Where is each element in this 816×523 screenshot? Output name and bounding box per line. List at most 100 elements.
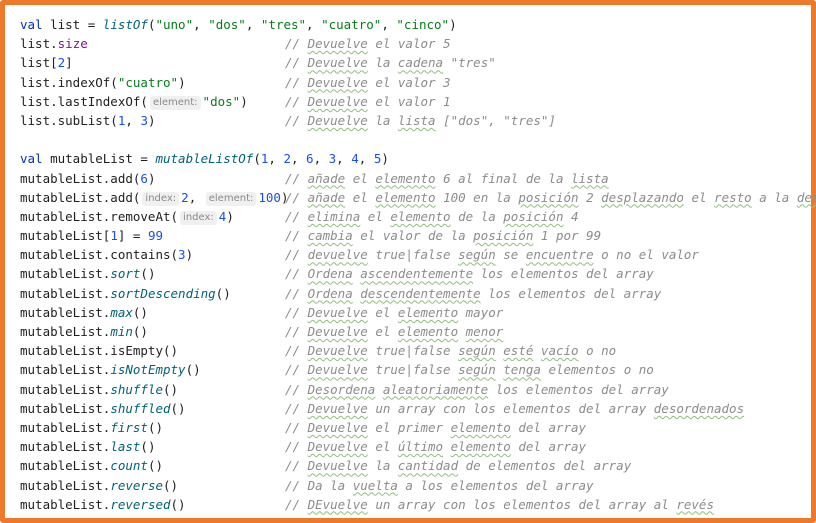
comment-token: 4 xyxy=(563,208,579,224)
spellcheck-word: Desordena xyxy=(307,381,376,397)
comment-token: // xyxy=(285,74,308,90)
code-token: () xyxy=(163,477,179,493)
code-line: mutableList.shuffle() // Desordena aleato… xyxy=(20,380,810,399)
code-line: list[2] // Devuelve la cadena "tres" xyxy=(20,53,810,72)
comment-token xyxy=(458,324,466,339)
code-token: , xyxy=(193,17,209,32)
code-text: mutableList.add(6) xyxy=(20,169,155,188)
code-text: mutableList[1] = 99 xyxy=(20,226,163,245)
comment-token: del array xyxy=(510,439,587,455)
code-text: mutableList.contains(3) xyxy=(20,245,193,264)
comment-token: el xyxy=(345,189,376,205)
code-line: list.subList(1, 3) // Devuelve la lista [… xyxy=(20,111,810,130)
code-token: mutableList. xyxy=(20,477,111,493)
comment-token: // xyxy=(285,228,308,244)
string-token: "dos" xyxy=(208,17,246,32)
comment-token: // xyxy=(285,55,308,71)
number-token: 3 xyxy=(178,247,186,263)
code-line: mutableList.contains(3) // devuelve true|… xyxy=(20,245,810,264)
code-text: list.lastIndexOf(element: "dos") xyxy=(20,92,248,111)
function-token: shuffle xyxy=(110,381,163,397)
code-token: , xyxy=(125,112,141,128)
code-token: list.indexOf( xyxy=(20,74,118,90)
code-comment: // añade el elemento 100 en la posición … xyxy=(285,188,816,207)
spellcheck-word: elimina xyxy=(307,208,361,224)
code-comment: // Devuelve el elemento mayor xyxy=(285,303,503,322)
keyword-token: val xyxy=(20,17,43,32)
code-token: mutableList. xyxy=(20,362,111,378)
code-comment: // Devuelve true|false según tenga eleme… xyxy=(285,360,654,379)
comment-token: // xyxy=(285,477,308,493)
spellcheck-word: Devuelve xyxy=(307,55,368,71)
code-line: mutableList.reverse() // Da la vuelta a l… xyxy=(20,476,810,495)
code-text: mutableList.removeAt(index: 4) xyxy=(20,207,234,226)
number-token: 6 xyxy=(306,151,314,167)
comment-token: // xyxy=(285,324,308,339)
spellcheck-word: vacío xyxy=(540,343,579,359)
code-token: mutableList.contains( xyxy=(20,247,179,263)
comment-token: // xyxy=(285,170,308,186)
function-token: sortDescending xyxy=(110,285,216,301)
code-token: () xyxy=(132,304,148,320)
code-token: () xyxy=(140,266,156,282)
code-token: list. xyxy=(20,36,58,52)
code-token: ) xyxy=(178,74,186,90)
code-token: list.lastIndexOf( xyxy=(20,93,148,109)
code-editor[interactable]: val list = listOf("uno", "dos", "tres", … xyxy=(20,15,816,520)
parameter-hint: element: xyxy=(149,95,201,110)
code-comment: // Devuelve el elemento menor xyxy=(285,322,503,341)
comment-token xyxy=(443,439,451,454)
code-line: mutableList[1] = 99 // cambia el valor de… xyxy=(20,226,810,245)
code-text: mutableList.max() xyxy=(20,303,148,322)
string-token: "tres" xyxy=(260,17,307,32)
spellcheck-word: cantidad xyxy=(397,458,459,474)
comment-token: // xyxy=(285,362,308,378)
code-text: list.subList(1, 3) xyxy=(20,111,156,130)
number-token: 4 xyxy=(351,151,359,167)
spellcheck-word: desordenados xyxy=(653,400,745,416)
code-line: mutableList.sort() // Ordena ascendenteme… xyxy=(20,264,810,283)
code-comment: // Ordena ascendentemente los elementos … xyxy=(285,264,654,283)
comment-token: true|false xyxy=(367,362,459,378)
function-token: isNotEmpty xyxy=(110,362,186,378)
function-token: listOf xyxy=(102,17,148,32)
property-token: size xyxy=(57,36,88,52)
code-comment: // Ordena descendentemente los elementos… xyxy=(285,284,661,303)
comment-token: el primer xyxy=(367,419,451,435)
function-token: reverse xyxy=(110,477,163,493)
code-token: () xyxy=(147,458,164,474)
comment-token: de la xyxy=(450,208,504,224)
code-token: () xyxy=(147,419,164,435)
number-token: 2 xyxy=(181,189,189,205)
number-token: 1 xyxy=(110,228,118,244)
comment-token: Da la xyxy=(307,477,353,493)
code-token: mutableList.removeAt( xyxy=(20,208,179,224)
comment-token: true|false xyxy=(367,247,459,263)
spellcheck-word: elemento xyxy=(397,304,459,320)
comment-token: la xyxy=(367,458,398,474)
code-token: , xyxy=(290,151,307,167)
code-token: ) xyxy=(147,170,156,186)
comment-token: // xyxy=(285,458,308,474)
code-token: ) xyxy=(147,112,156,128)
code-token: ] = xyxy=(117,228,148,244)
code-token: ] xyxy=(65,55,73,71)
spellcheck-word: Devuelve xyxy=(307,74,368,90)
code-token: mutableList.add( xyxy=(20,170,141,186)
code-token: mutableList. xyxy=(20,266,111,282)
spellcheck-word: elemento xyxy=(375,189,436,205)
number-token: 2 xyxy=(283,151,291,167)
code-text: list.indexOf("cuatro") xyxy=(20,73,186,92)
code-comment: // Devuelve el valor 1 xyxy=(285,92,451,111)
code-comment: // Devuelve el valor 5 xyxy=(285,34,451,53)
code-comment: // Devuelve el valor 3 xyxy=(285,73,451,92)
spellcheck-word: posición xyxy=(503,208,564,224)
code-token: , xyxy=(358,151,374,167)
comment-token: del array xyxy=(510,419,587,435)
code-token: mutableList. xyxy=(20,458,111,474)
code-line: mutableList.removeAt(index: 4)// elimina … xyxy=(20,207,810,226)
function-token: sort xyxy=(110,266,141,282)
comment-token: 100 en la xyxy=(435,189,519,205)
spellcheck-word: lista xyxy=(397,112,436,128)
code-text: mutableList.reverse() xyxy=(20,476,178,495)
